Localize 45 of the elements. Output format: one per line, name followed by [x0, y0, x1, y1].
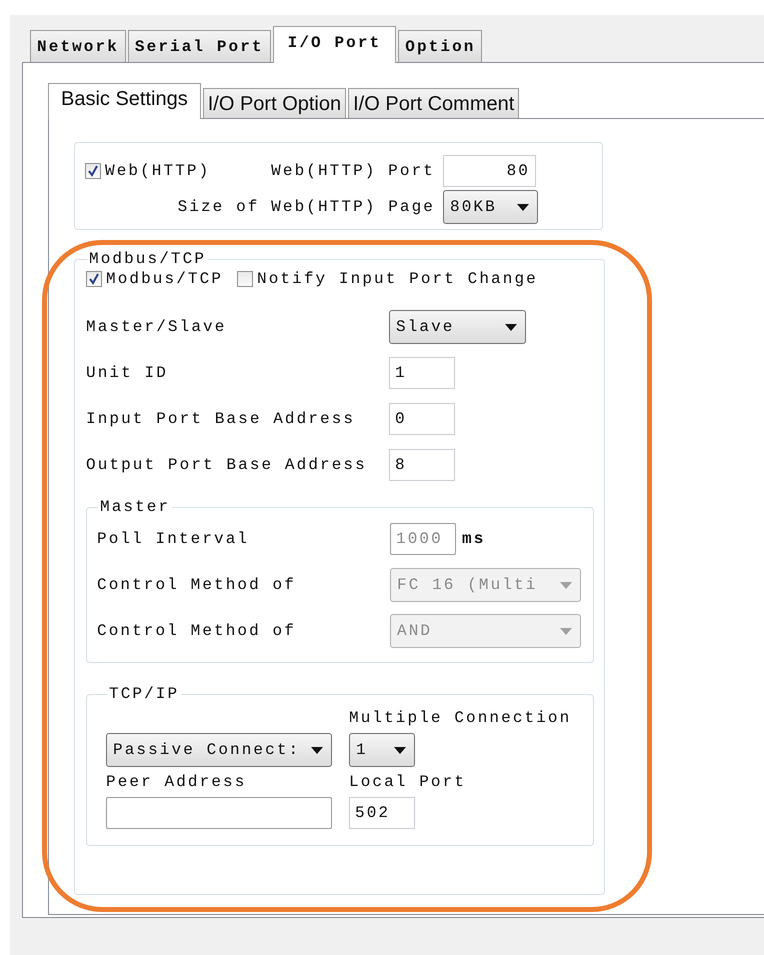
tab[interactable]: Serial Port: [128, 30, 271, 62]
input-field[interactable]: 80: [443, 155, 536, 187]
caret-icon: [311, 746, 323, 754]
dropdown[interactable]: Slave: [389, 310, 526, 344]
dropdown[interactable]: Passive Connect:: [106, 733, 332, 767]
field-label: Local Port: [349, 773, 466, 791]
field-label: Control Method of: [97, 576, 297, 594]
field-label: Size of Web(HTTP) Page: [176, 198, 436, 216]
group-title: Modbus/TCP: [88, 250, 208, 268]
field-label: Web(HTTP) Port: [270, 162, 436, 180]
caret-icon: [517, 204, 529, 210]
tab[interactable]: I/O Port Option: [202, 88, 346, 118]
checkbox-label: Modbus/TCP: [106, 270, 224, 288]
input-field[interactable]: 1: [389, 357, 455, 389]
checkbox-label: Notify Input Port Change: [257, 270, 538, 288]
checkbox-label: Web(HTTP): [105, 162, 210, 180]
caret-icon: [560, 582, 572, 588]
group-title: TCP/IP: [108, 685, 180, 703]
input-field[interactable]: 502: [349, 797, 415, 829]
input-field[interactable]: 8: [389, 449, 455, 481]
field-label: Unit ID: [86, 364, 169, 382]
caret-icon: [394, 746, 406, 754]
checkbox[interactable]: [85, 163, 101, 179]
checkbox[interactable]: [237, 271, 254, 287]
tab[interactable]: Option: [398, 30, 482, 62]
input-field[interactable]: 0: [389, 403, 455, 435]
field-label: Master/Slave: [86, 318, 228, 336]
input-field[interactable]: [106, 797, 332, 829]
caret-icon: [505, 324, 517, 330]
tab[interactable]: Network: [30, 30, 126, 62]
field-label: Multiple Connection: [349, 709, 572, 727]
unit-label: ms: [462, 530, 486, 548]
tab[interactable]: I/O Port: [272, 26, 396, 63]
group-title: Master: [99, 498, 172, 516]
field-label: Output Port Base Address: [86, 456, 368, 474]
caret-icon: [560, 628, 572, 634]
field-label: Control Method of: [97, 622, 297, 640]
checkbox[interactable]: [86, 271, 102, 287]
field-label: Input Port Base Address: [86, 410, 356, 428]
field-label: Poll Interval: [97, 530, 250, 548]
tab[interactable]: Basic Settings: [48, 83, 201, 119]
tab[interactable]: I/O Port Comment: [348, 88, 520, 118]
dropdown[interactable]: 80KB: [443, 190, 538, 224]
dropdown[interactable]: 1: [349, 733, 415, 767]
field-label: Peer Address: [106, 773, 246, 791]
